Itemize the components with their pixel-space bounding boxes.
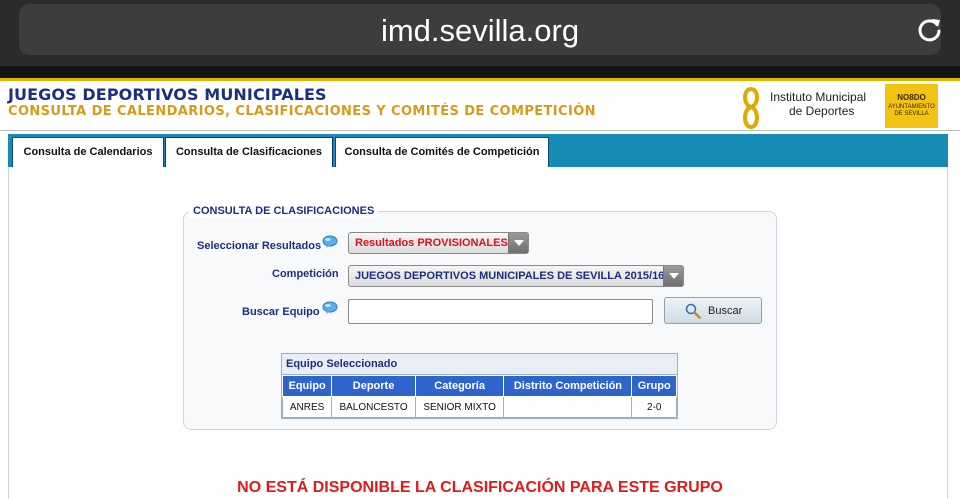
unavailable-notice: NO ESTÁ DISPONIBLE LA CLASIFICACIÓN PARA… [237, 479, 723, 496]
fieldset-legend: CONSULTA DE CLASIFICACIONES [189, 205, 379, 217]
table-caption: Equipo Seleccionado [282, 354, 677, 375]
col-grupo: Grupo [631, 375, 677, 397]
tab-clasificaciones[interactable]: Consulta de Clasificaciones [165, 137, 333, 167]
competition-select-value: JUEGOS DEPORTIVOS MUNICIPALES DE SEVILLA… [355, 270, 665, 282]
header-divider [0, 130, 960, 131]
team-table: Equipo Deporte Categoría Distrito Compet… [281, 375, 677, 418]
results-select[interactable]: Resultados PROVISIONALES [348, 232, 529, 254]
table-row: ANRES BALONCESTO SENIOR MIXTO 2-0 [281, 396, 677, 418]
browser-toolbar: imd.sevilla.org [0, 0, 960, 66]
results-label: Seleccionar Resultados [197, 240, 322, 252]
cell-categoria: SENIOR MIXTO [414, 396, 505, 418]
page-title: JUEGOS DEPORTIVOS MUNICIPALES [8, 85, 327, 104]
chevron-down-icon [663, 266, 683, 286]
search-icon [685, 303, 701, 319]
reload-icon[interactable] [916, 16, 944, 44]
logo-line-2: de Deportes [789, 104, 855, 118]
search-team-label: Buscar Equipo [242, 306, 320, 318]
col-deporte: Deporte [331, 375, 416, 397]
search-button[interactable]: Buscar [664, 297, 762, 324]
cell-grupo: 2-0 [631, 396, 677, 418]
seal-line-2: AYUNTAMIENTO DE SEVILLA [888, 104, 935, 117]
logo-line-1: Instituto Municipal [770, 90, 867, 104]
imd-logo-icon [743, 86, 759, 130]
competition-select[interactable]: JUEGOS DEPORTIVOS MUNICIPALES DE SEVILLA… [348, 265, 684, 287]
help-bubble-icon[interactable] [322, 235, 338, 249]
search-team-input[interactable] [348, 299, 653, 324]
imd-logo-text: Instituto Municipal de Deportes [770, 90, 866, 118]
cell-distrito [503, 396, 633, 418]
cell-equipo: ANRES [281, 396, 333, 418]
ayuntamiento-seal: NO8DO AYUNTAMIENTO DE SEVILLA [885, 84, 938, 128]
url-text: imd.sevilla.org [380, 13, 580, 48]
chevron-down-icon [508, 233, 528, 253]
tab-bar: Consulta de Calendarios Consulta de Clas… [8, 134, 948, 167]
col-equipo: Equipo [281, 375, 333, 397]
table-header-row: Equipo Deporte Categoría Distrito Compet… [281, 375, 677, 397]
competition-label: Competición [272, 268, 339, 280]
col-categoria: Categoría [414, 375, 505, 397]
results-select-value: Resultados PROVISIONALES [355, 237, 508, 249]
page-subtitle: CONSULTA DE CALENDARIOS, CLASIFICACIONES… [8, 104, 596, 119]
help-bubble-icon[interactable] [322, 301, 338, 315]
tab-calendarios[interactable]: Consulta de Calendarios [12, 137, 164, 167]
seal-line-1: NO8DO [897, 93, 926, 102]
address-bar[interactable]: imd.sevilla.org [19, 4, 941, 55]
tab-comites[interactable]: Consulta de Comités de Competición [335, 137, 549, 167]
search-button-label: Buscar [708, 305, 743, 317]
selected-team-table: Equipo Seleccionado Equipo Deporte Categ… [281, 353, 678, 419]
col-distrito: Distrito Competición [503, 375, 633, 397]
header-accent-line [0, 78, 960, 81]
cell-deporte: BALONCESTO [331, 396, 416, 418]
